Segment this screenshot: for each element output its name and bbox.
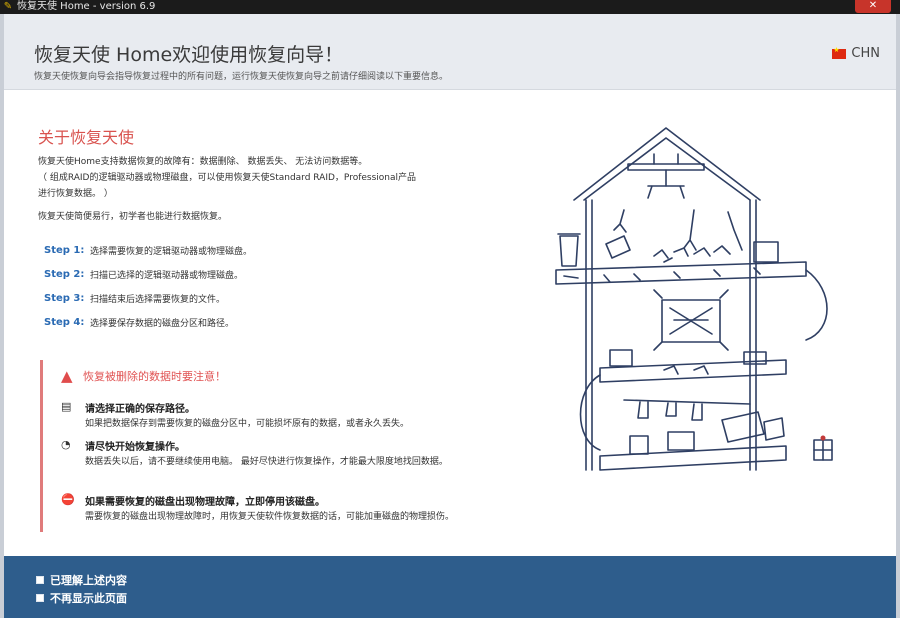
step-label: Step 3: — [44, 292, 85, 304]
tip-description: 数据丢失以后，请不要继续使用电脑。 最好尽快进行恢复操作，才能最大限度地找回数据… — [85, 457, 448, 467]
checkbox-box[interactable] — [36, 594, 44, 602]
dont-show-again-checkbox[interactable]: 不再显示此页面 — [36, 590, 127, 606]
warning-box: ▲ 恢复被删除的数据时要注意！ ▤ 请选择正确的保存路径。 如果把数据保存到需要… — [40, 360, 460, 532]
checkbox-label[interactable]: 不再显示此页面 — [50, 590, 127, 606]
tip-title: 如果需要恢复的磁盘出现物理故障，立即停用该磁盘。 — [85, 497, 325, 508]
page-subtitle: 恢复天使恢复向导会指导恢复过程中的所有问题，运行恢复天使恢复向导之前请仔细阅读以… — [34, 72, 449, 82]
window-title: 恢复天使 Home - version 6.9 — [17, 1, 156, 12]
step-text: 扫描结束后选择需要恢复的文件。 — [90, 294, 226, 305]
page-title: 恢复天使 Home欢迎使用恢复向导！ — [34, 44, 344, 66]
main-content: 关于恢复天使 恢复天使Home支持数据恢复的故障有：数据删除、 数据丢失、 无法… — [4, 90, 896, 556]
close-button[interactable]: ✕ — [855, 0, 891, 13]
tip-title: 请尽快开始恢复操作。 — [85, 442, 185, 453]
steps-list: Step 1: 选择需要恢复的逻辑驱动器或物理磁盘。 Step 2: 扫描已选择… — [44, 238, 252, 334]
step-text: 选择要保存数据的磁盘分区和路径。 — [90, 318, 235, 329]
about-line-2: （ 组成RAID的逻辑驱动器或物理磁盘，可以使用恢复天使Standard RAI… — [38, 173, 417, 183]
clock-icon: ◔ — [61, 438, 71, 451]
about-title: 关于恢复天使 — [38, 128, 135, 147]
about-paragraph-2: 恢复天使简便易行，初学者也能进行数据恢复。 — [38, 212, 228, 222]
understood-checkbox[interactable]: 已理解上述内容 — [36, 572, 127, 588]
tip-description: 如果把数据保存到需要恢复的磁盘分区中，可能损坏原有的数据，或者永久丢失。 — [85, 419, 410, 429]
warning-triangle-icon: ▲ — [61, 367, 73, 385]
drive-warning-icon: ⛔ — [61, 493, 75, 506]
about-paragraph: 恢复天使Home支持数据恢复的故障有：数据删除、 数据丢失、 无法访问数据等。 … — [38, 154, 458, 202]
step-item: Step 4: 选择要保存数据的磁盘分区和路径。 — [44, 310, 252, 334]
footer-bar: 已理解上述内容 不再显示此页面 — [4, 556, 896, 618]
about-line-1: 恢复天使Home支持数据恢复的故障有：数据删除、 数据丢失、 无法访问数据等。 — [38, 157, 368, 167]
gift-ribbon — [820, 435, 826, 441]
disk-icon: ▤ — [61, 400, 72, 413]
step-text: 扫描已选择的逻辑驱动器或物理磁盘。 — [90, 270, 244, 281]
checkbox-label[interactable]: 已理解上述内容 — [50, 572, 127, 588]
step-label: Step 2: — [44, 268, 85, 280]
checkbox-box[interactable] — [36, 576, 44, 584]
tip-description: 需要恢复的磁盘出现物理故障时，用恢复天使软件恢复数据的话，可能加重磁盘的物理损伤… — [85, 512, 455, 522]
warning-header: ▲ 恢复被删除的数据时要注意！ — [61, 368, 226, 384]
window-frame-right — [896, 14, 900, 618]
china-flag-icon — [832, 46, 847, 59]
language-label: CHN — [851, 46, 880, 61]
tip-title: 请选择正确的保存路径。 — [85, 404, 195, 415]
recovery-house-illustration — [555, 127, 833, 471]
step-label: Step 1: — [44, 244, 85, 256]
language-selector[interactable]: CHN — [832, 46, 880, 61]
header: 恢复天使 Home欢迎使用恢复向导！ 恢复天使恢复向导会指导恢复过程中的所有问题… — [4, 14, 896, 90]
title-bar: ✎ 恢复天使 Home - version 6.9 ✕ — [0, 0, 900, 14]
step-item: Step 2: 扫描已选择的逻辑驱动器或物理磁盘。 — [44, 262, 252, 286]
warning-title: 恢复被删除的数据时要注意！ — [83, 370, 226, 383]
app-icon: ✎ — [3, 1, 13, 12]
step-item: Step 3: 扫描结束后选择需要恢复的文件。 — [44, 286, 252, 310]
step-label: Step 4: — [44, 316, 85, 328]
about-line-3: 进行恢复数据。 ） — [38, 189, 113, 199]
step-text: 选择需要恢复的逻辑驱动器或物理磁盘。 — [90, 246, 253, 257]
step-item: Step 1: 选择需要恢复的逻辑驱动器或物理磁盘。 — [44, 238, 252, 262]
